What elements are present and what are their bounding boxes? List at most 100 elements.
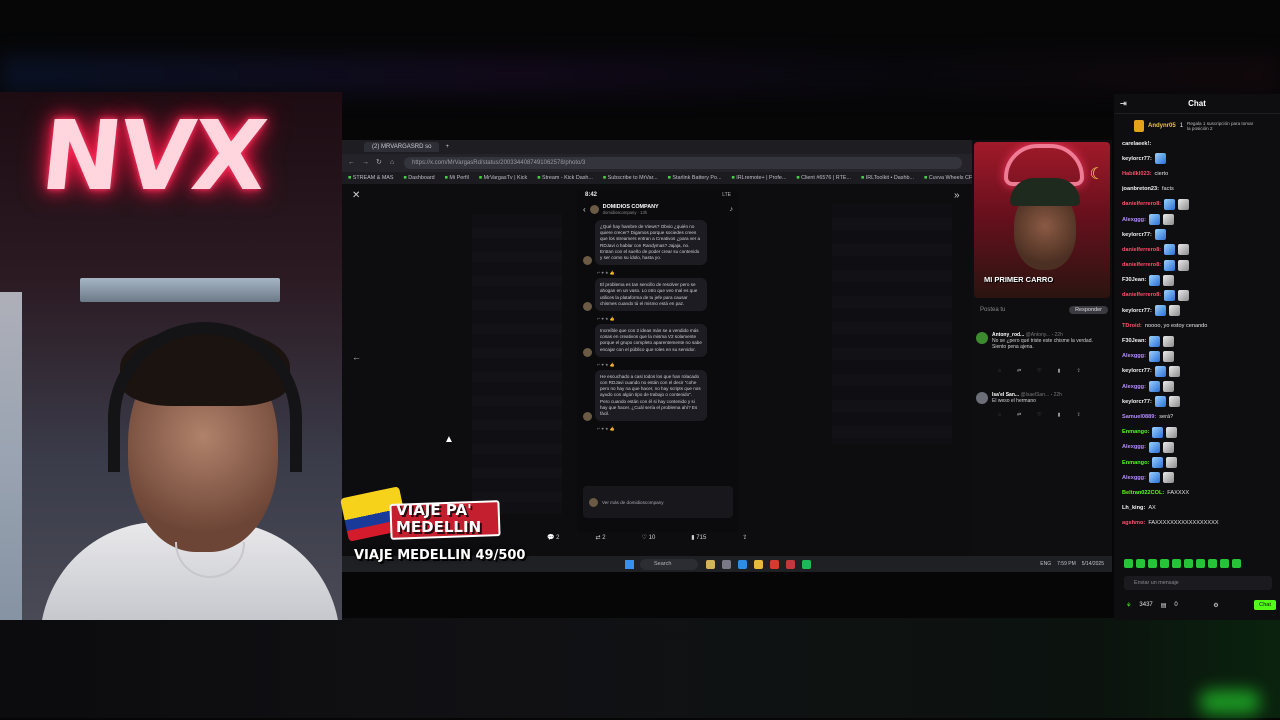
address-bar[interactable]: https://x.com/MrVargasRd/status/20033440… — [404, 157, 962, 169]
edge-icon[interactable] — [738, 559, 747, 569]
chat-username[interactable]: keylorcr77: — [1122, 368, 1152, 374]
comment-body: Isa'el San... @IsaelSan... · 22h El weso … — [992, 392, 1062, 404]
bookmark-item[interactable]: IRLremote+ | Profe... — [732, 175, 786, 181]
emote-icon[interactable] — [1148, 559, 1157, 568]
emote-icon[interactable] — [1220, 559, 1229, 568]
chat-emote — [1168, 305, 1180, 317]
settings-icon[interactable]: ⚙ — [1213, 602, 1218, 609]
emote-icon[interactable] — [1136, 559, 1145, 568]
home-icon[interactable]: ⌂ — [390, 159, 398, 167]
back-chevron-icon: ‹ — [583, 205, 586, 214]
chat-message: Beltran022COL: FAXXXX — [1122, 485, 1274, 500]
emote-icon[interactable] — [1184, 559, 1193, 568]
windows-start-icon[interactable] — [625, 559, 634, 569]
chat-emote — [1162, 441, 1174, 453]
repost-icon[interactable]: ⇄ — [1017, 368, 1021, 374]
spotify-icon[interactable] — [802, 559, 811, 569]
chat-username[interactable]: danielferrero8: — [1122, 262, 1161, 268]
reply-composer-placeholder[interactable]: Postea tu — [980, 307, 1005, 313]
folder-icon[interactable] — [754, 559, 763, 569]
chat-input[interactable]: Enviar un mensaje — [1124, 576, 1272, 590]
bookmark-item[interactable]: IRLToolkit • Dashb... — [861, 175, 914, 181]
chat-username[interactable]: Lh_king: — [1122, 505, 1145, 511]
collapse-chat-icon[interactable]: ⇥ — [1120, 99, 1127, 108]
chat-username[interactable]: Enmango: — [1122, 460, 1149, 466]
chat-username[interactable]: joanbreton23: — [1122, 186, 1159, 192]
chart-icon[interactable]: ▮ — [1058, 412, 1061, 418]
chat-username[interactable]: Samuel0889: — [1122, 414, 1156, 420]
chat-username[interactable]: Alexggg: — [1122, 353, 1146, 359]
close-icon[interactable]: ✕ — [352, 190, 360, 201]
bookmark-item[interactable]: Subscribe to MrVar... — [603, 175, 658, 181]
bookmark-item[interactable]: Starlink Battery Po... — [668, 175, 721, 181]
chevron-right-icon[interactable]: » — [954, 190, 960, 201]
share-icon[interactable]: ⇪ — [742, 534, 747, 541]
comment-icon[interactable]: ◌ — [998, 368, 1001, 374]
bookmark-item[interactable]: Client #6576 | RTE... — [796, 175, 851, 181]
chat-emote — [1164, 244, 1176, 256]
heart-icon[interactable]: ♡ — [1037, 412, 1041, 418]
chat-username[interactable]: keylorcr77: — [1122, 156, 1152, 162]
reload-icon[interactable]: ↻ — [376, 159, 384, 167]
bookmark-item[interactable]: Mi Perfil — [445, 175, 468, 181]
chat-emote — [1148, 214, 1160, 226]
emote-icon[interactable] — [1124, 559, 1133, 568]
emote-icon[interactable] — [1232, 559, 1241, 568]
reply-button[interactable]: Responder — [1069, 306, 1108, 314]
previous-arrow-icon[interactable]: ← — [352, 352, 361, 362]
task-view-icon[interactable] — [722, 559, 731, 569]
bookmark-item[interactable]: Stream - Kick Dash... — [537, 175, 593, 181]
chat-username[interactable]: Beltran022COL: — [1122, 490, 1164, 496]
views-action[interactable]: ▮ 715 — [691, 534, 706, 541]
channel-points-icon[interactable]: ⚘ — [1126, 602, 1131, 609]
sub-gift-leaderboard[interactable]: Andynr05 1 Regala 1 suscripción para tom… — [1114, 114, 1280, 134]
tray-lang[interactable]: ENG — [1040, 561, 1051, 567]
forward-icon[interactable]: → — [362, 159, 370, 167]
chat-username[interactable]: Alexggg: — [1122, 217, 1146, 223]
gift-icon[interactable]: ▤ — [1161, 602, 1167, 609]
chat-username[interactable]: keylorcr77: — [1122, 308, 1152, 314]
chart-icon[interactable]: ▮ — [1058, 368, 1061, 374]
emote-icon[interactable] — [1196, 559, 1205, 568]
chat-username[interactable]: TDroid: — [1122, 323, 1142, 329]
comment-icon[interactable]: ◌ — [998, 412, 1001, 418]
repost-action[interactable]: ⇄ 2 — [596, 534, 606, 541]
emote-icon[interactable] — [1160, 559, 1169, 568]
heart-icon[interactable]: ♡ — [1037, 368, 1041, 374]
bookmark-item[interactable]: Cuvva Wheels CF78 — [924, 175, 972, 181]
chat-username[interactable]: danielferrero8: — [1122, 201, 1161, 207]
reply-action[interactable]: 💬 2 — [547, 534, 560, 541]
chat-username[interactable]: agshmo: — [1122, 520, 1145, 526]
bookmark-item[interactable]: Dashboard — [404, 175, 434, 181]
chat-username[interactable]: F30Jean: — [1122, 338, 1146, 344]
chat-username[interactable]: keylorcr77: — [1122, 232, 1152, 238]
bookmark-item[interactable]: MrVargasTv | Kick — [479, 175, 528, 181]
bookmark-item[interactable]: STREAM & MAS — [348, 175, 394, 181]
chat-text: FAXXXXXXXXXXXXXXXXX — [1148, 520, 1219, 527]
new-tab-icon[interactable]: + — [445, 144, 449, 150]
chat-username[interactable]: carelaeek!: — [1122, 141, 1151, 147]
chat-username[interactable]: danielferrero8: — [1122, 292, 1161, 298]
share-icon[interactable]: ⇪ — [1076, 368, 1080, 374]
chat-text: será? — [1159, 413, 1174, 420]
chat-username[interactable]: danielferrero8: — [1122, 247, 1161, 253]
emote-icon[interactable] — [1208, 559, 1217, 568]
chat-send-button[interactable]: Chat — [1254, 600, 1276, 610]
like-action[interactable]: ♡ 10 — [642, 534, 656, 541]
chrome-icon[interactable] — [770, 559, 779, 569]
chat-username[interactable]: Habilkl023: — [1122, 171, 1152, 177]
browser-tab[interactable]: (2) MRVARGASRD so — [364, 142, 440, 152]
chat-username[interactable]: keylorcr77: — [1122, 399, 1152, 405]
share-icon[interactable]: ⇪ — [1076, 412, 1080, 418]
chat-username[interactable]: F30Jean: — [1122, 277, 1146, 283]
chat-username[interactable]: Alexggg: — [1122, 444, 1146, 450]
chat-username[interactable]: Enmango: — [1122, 429, 1149, 435]
widget-icon[interactable] — [706, 559, 715, 569]
taskbar-search[interactable]: Search — [640, 558, 698, 570]
repost-icon[interactable]: ⇄ — [1017, 412, 1021, 418]
chat-username[interactable]: Alexggg: — [1122, 475, 1146, 481]
emote-icon[interactable] — [1172, 559, 1181, 568]
obs-icon[interactable] — [786, 559, 795, 569]
back-icon[interactable]: ← — [348, 159, 356, 167]
chat-username[interactable]: Alexggg: — [1122, 384, 1146, 390]
